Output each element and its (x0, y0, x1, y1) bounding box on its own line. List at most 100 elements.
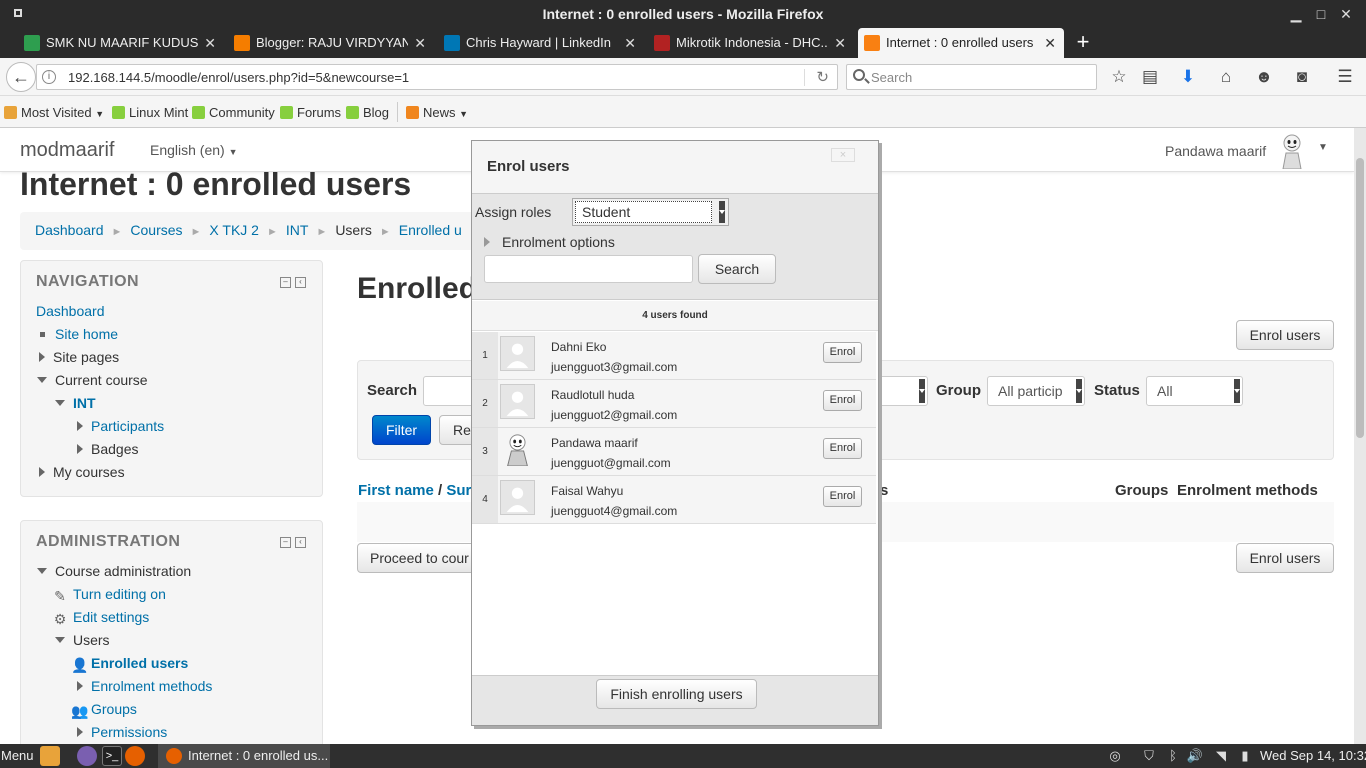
nav-current-course[interactable]: Current course (37, 372, 148, 388)
user-avatar[interactable] (1277, 133, 1307, 169)
nav-site-home-link[interactable]: Site home (55, 326, 118, 342)
admin-users[interactable]: Users (55, 632, 110, 648)
admin-link[interactable]: Enrolled users (91, 655, 188, 671)
finish-enrolling-button[interactable]: Finish enrolling users (596, 679, 757, 709)
proceed-to-course-button[interactable]: Proceed to cour (357, 543, 487, 573)
admin-edit-settings[interactable]: ⚙ Edit settings (53, 609, 150, 626)
tab-smk-nu-maarif[interactable]: SMK NU MAARIF KUDUS ✕ (24, 28, 218, 58)
new-tab-icon[interactable]: + (1072, 28, 1094, 58)
user-search-input[interactable] (484, 255, 693, 283)
nav-badges[interactable]: Badges (77, 441, 138, 457)
group-select[interactable]: All particip (987, 376, 1085, 406)
admin-link[interactable]: Edit settings (73, 609, 149, 625)
breadcrumb-category[interactable]: X TKJ 2 (209, 222, 259, 238)
minimize-icon[interactable]: ▁ (1286, 4, 1306, 24)
admin-link[interactable]: Turn editing on (73, 586, 166, 602)
site-brand[interactable]: modmaarif (20, 139, 114, 162)
nav-int-link[interactable]: INT (73, 395, 96, 411)
nav-dashboard[interactable]: Dashboard (36, 303, 105, 319)
language-menu[interactable]: English (en) ▼ (150, 142, 238, 158)
enrol-user-button[interactable]: Enrol (823, 390, 862, 411)
file-manager-icon[interactable] (40, 746, 60, 766)
reload-icon[interactable]: ↻ (816, 68, 829, 86)
bookmark-blog[interactable]: Blog (346, 105, 389, 120)
update-icon[interactable]: ◎ (1106, 747, 1124, 765)
admin-groups[interactable]: 👥 Groups (71, 701, 137, 718)
assign-role-select[interactable]: Student (572, 198, 729, 226)
user-name[interactable]: Pandawa maarif (1165, 143, 1266, 159)
admin-permissions[interactable]: Permissions (77, 724, 167, 740)
bookmark-linux-mint[interactable]: Linux Mint (112, 105, 188, 120)
tab-close-icon[interactable]: ✕ (834, 28, 846, 58)
dock-icon[interactable]: ‹ (295, 537, 306, 548)
bookmark-community[interactable]: Community (192, 105, 275, 120)
home-icon[interactable]: ⌂ (1216, 67, 1236, 87)
nav-site-pages[interactable]: Site pages (39, 349, 119, 365)
volume-icon[interactable]: 🔊 (1186, 747, 1204, 765)
collapse-icon[interactable]: – (280, 537, 291, 548)
battery-icon[interactable]: ▮ (1236, 747, 1254, 765)
tab-close-icon[interactable]: ✕ (414, 28, 426, 58)
pocket-icon[interactable]: ◙ (1292, 67, 1312, 87)
bookmark-news[interactable]: News ▼ (406, 105, 468, 120)
back-arrow-icon[interactable]: ← (6, 62, 36, 92)
breadcrumb-dashboard[interactable]: Dashboard (35, 222, 104, 238)
user-search-button[interactable]: Search (698, 254, 776, 284)
bluetooth-icon[interactable]: ᛒ (1164, 747, 1182, 765)
admin-enrolled-users[interactable]: 👤 Enrolled users (71, 655, 188, 672)
page-scrollbar[interactable] (1354, 128, 1366, 744)
tab-close-icon[interactable]: ✕ (204, 28, 216, 58)
terminal-icon[interactable]: >_ (102, 746, 122, 766)
nav-my-courses[interactable]: My courses (39, 464, 125, 480)
maximize-icon[interactable]: □ (1311, 4, 1331, 24)
filter-button[interactable]: Filter (372, 415, 431, 445)
tab-close-icon[interactable]: ✕ (624, 28, 636, 58)
tab-close-icon[interactable]: ✕ (1044, 28, 1056, 58)
enrol-users-button-top[interactable]: Enrol users (1236, 320, 1334, 350)
info-icon[interactable]: i (42, 70, 56, 84)
bookmark-most-visited[interactable]: Most Visited ▼ (4, 105, 104, 120)
close-icon[interactable]: × (831, 148, 855, 162)
collapse-icon[interactable]: – (280, 277, 291, 288)
nav-dashboard-link[interactable]: Dashboard (36, 303, 105, 319)
enrolment-options-toggle[interactable]: Enrolment options (484, 234, 615, 250)
url-bar[interactable]: i 192.168.144.5/moodle/enrol/users.php?i… (36, 64, 838, 90)
search-input[interactable]: Search (846, 64, 1097, 90)
hello-chat-icon[interactable]: ☻ (1254, 67, 1274, 87)
user-menu-caret-icon[interactable]: ▼ (1318, 142, 1328, 153)
admin-link[interactable]: Permissions (91, 724, 167, 740)
admin-link[interactable]: Enrolment methods (91, 678, 212, 694)
tab-blogger[interactable]: Blogger: RAJU VIRDYYAN... ✕ (234, 28, 428, 58)
firefox-icon[interactable] (125, 746, 145, 766)
reading-list-icon[interactable]: ▤ (1140, 67, 1160, 87)
tab-linkedin[interactable]: Chris Hayward | LinkedIn ✕ (444, 28, 638, 58)
bookmark-star-icon[interactable]: ☆ (1109, 67, 1129, 87)
breadcrumb-courses[interactable]: Courses (130, 222, 182, 238)
hamburger-menu-icon[interactable]: ☰ (1335, 67, 1355, 87)
bookmark-forums[interactable]: Forums (280, 105, 341, 120)
nav-participants-link[interactable]: Participants (91, 418, 164, 434)
nav-participants[interactable]: Participants (77, 418, 164, 434)
breadcrumb-enrolled[interactable]: Enrolled u (399, 222, 462, 238)
breadcrumb-course[interactable]: INT (286, 222, 309, 238)
scrollbar-thumb[interactable] (1356, 158, 1364, 438)
clock[interactable]: Wed Sep 14, 10:32 (1260, 748, 1366, 763)
admin-turn-editing-on[interactable]: ✎ Turn editing on (53, 586, 166, 603)
tab-mikrotik[interactable]: Mikrotik Indonesia - DHC... ✕ (654, 28, 848, 58)
admin-link[interactable]: Groups (91, 701, 137, 717)
app-launcher-icon[interactable] (77, 746, 97, 766)
download-icon[interactable]: ⬇ (1178, 67, 1198, 87)
enrol-user-button[interactable]: Enrol (823, 486, 862, 507)
start-menu-button[interactable]: Menu (1, 748, 34, 763)
shield-icon[interactable]: ⛉ (1140, 747, 1158, 765)
taskbar-window-firefox[interactable]: Internet : 0 enrolled us... (158, 744, 330, 768)
nav-site-home[interactable]: Site home (37, 326, 118, 342)
admin-course-administration[interactable]: Course administration (37, 563, 191, 579)
tab-internet-enrolled[interactable]: Internet : 0 enrolled users ✕ (858, 28, 1064, 58)
enrol-user-button[interactable]: Enrol (823, 342, 862, 363)
admin-enrolment-methods[interactable]: Enrolment methods (77, 678, 212, 694)
status-select[interactable]: All (1146, 376, 1243, 406)
close-window-icon[interactable]: ✕ (1336, 4, 1356, 24)
nav-course-int[interactable]: INT (55, 395, 96, 411)
dock-icon[interactable]: ‹ (295, 277, 306, 288)
